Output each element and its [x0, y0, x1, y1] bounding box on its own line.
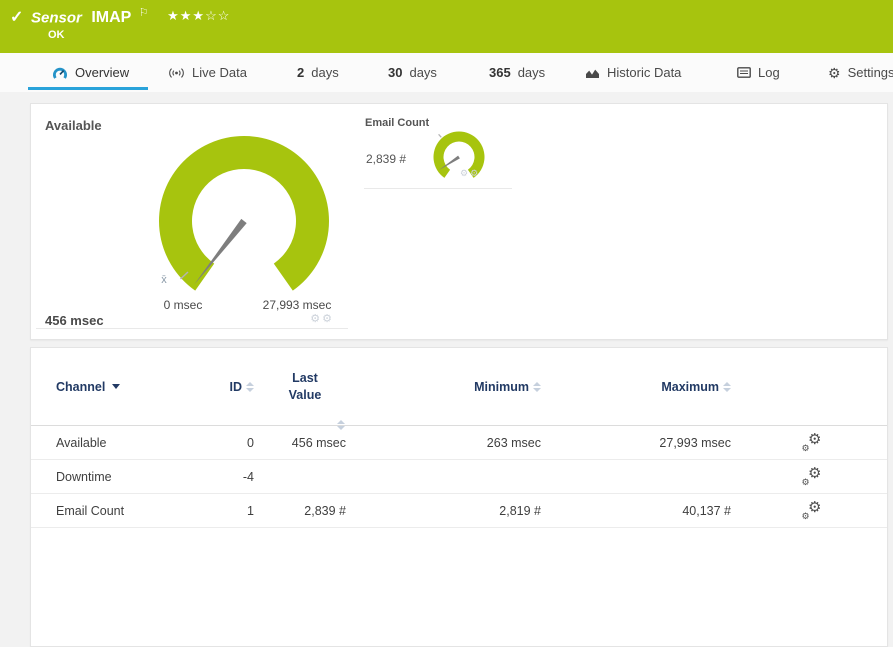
- gear-icon: ⚙: [828, 64, 841, 81]
- sort-icon: [246, 381, 254, 392]
- table-row: Available 0 456 msec 263 msec 27,993 mse…: [31, 426, 887, 460]
- column-label: Minimum: [474, 379, 529, 394]
- available-gauge: x̄: [159, 136, 329, 291]
- column-header-channel[interactable]: Channel: [31, 380, 219, 394]
- column-header-maximum[interactable]: Maximum: [546, 380, 736, 394]
- priority-flag-icon[interactable]: ⚐: [139, 7, 149, 19]
- tab-settings[interactable]: ⚙ Settings: [828, 53, 893, 92]
- channel-name[interactable]: Downtime: [31, 470, 219, 484]
- channel-name[interactable]: Email Count: [31, 504, 219, 518]
- edit-channel-icon[interactable]: ⚙ ⚙: [802, 432, 822, 453]
- gauge-current-value: 2,839 #: [366, 152, 407, 166]
- tab-label: Log: [758, 65, 780, 80]
- sort-icon: [337, 419, 345, 430]
- status-badge: OK: [48, 29, 65, 41]
- average-marker-label: x̄: [161, 274, 167, 286]
- tab-label: Live Data: [192, 65, 247, 80]
- gear-icon[interactable]: ⚙: [310, 313, 322, 325]
- tab-number: 365: [489, 65, 511, 80]
- gauge-cell-available: Available x̄ 0 msec 27,993 msec 456 msec…: [36, 108, 348, 329]
- gauge-scale-max: 27,993 msec: [262, 298, 332, 312]
- table-row: Email Count 1 2,839 # 2,819 # 40,137 # ⚙…: [31, 494, 887, 528]
- stars-filled[interactable]: ★★★: [167, 8, 205, 23]
- channel-minimum: 263 msec: [486, 435, 541, 450]
- column-label: Maximum: [661, 379, 719, 394]
- active-tab-underline: [28, 87, 148, 90]
- stars-empty[interactable]: ☆☆: [205, 8, 230, 23]
- channel-table-header: Channel ID Last Value Minimum Maximum: [31, 348, 887, 430]
- priority-stars[interactable]: ★★★☆☆: [167, 8, 230, 23]
- column-header-id[interactable]: ID: [219, 380, 259, 394]
- sensor-name: IMAP: [91, 9, 132, 27]
- tab-30-days[interactable]: 30 days: [388, 53, 437, 92]
- sort-desc-icon: [112, 384, 121, 389]
- gauge-settings-icons[interactable]: ⚙⚙: [460, 168, 480, 179]
- channel-id: 1: [247, 503, 254, 518]
- tab-2-days[interactable]: 2 days: [297, 53, 339, 92]
- gauge-scale-min: 0 msec: [163, 298, 203, 312]
- tab-bar: Overview Live Data 2 days 30 days 365 da…: [0, 53, 893, 92]
- tab-label: days: [311, 65, 339, 80]
- gauge-icon: [53, 67, 67, 79]
- channel-maximum: 40,137 #: [682, 503, 731, 518]
- sensor-title: Sensor IMAP ⚐ ★★★☆☆: [31, 6, 230, 27]
- edit-channel-icon[interactable]: ⚙ ⚙: [802, 500, 822, 521]
- channel-last-value: 456 msec: [291, 435, 346, 450]
- gauges-panel: Available x̄ 0 msec 27,993 msec 456 msec…: [30, 103, 888, 340]
- peak-tick: [438, 133, 442, 138]
- historic-chart-icon: [586, 69, 599, 78]
- gauge-cell-email-count: Email Count 2,839 # ⚙⚙: [364, 108, 512, 189]
- table-row: Downtime -4 ⚙ ⚙: [31, 460, 887, 494]
- tab-log[interactable]: Log: [737, 53, 780, 92]
- tab-label: days: [517, 65, 546, 80]
- status-check-icon: ✓: [10, 9, 24, 26]
- tab-365-days[interactable]: 365 days: [489, 53, 545, 92]
- channel-name[interactable]: Available: [31, 436, 219, 450]
- column-header-last-value[interactable]: Last Value: [259, 370, 351, 430]
- sort-icon: [533, 381, 541, 392]
- edit-channel-icon[interactable]: ⚙ ⚙: [802, 466, 822, 487]
- content-area: Available x̄ 0 msec 27,993 msec 456 msec…: [0, 92, 893, 647]
- tab-label: days: [409, 65, 437, 80]
- sensor-header: ✓ Sensor IMAP ⚐ ★★★☆☆ OK: [0, 0, 893, 53]
- column-label: Channel: [56, 379, 106, 394]
- gauge-settings-icons[interactable]: ⚙⚙: [310, 312, 334, 325]
- live-data-icon: [169, 67, 184, 78]
- column-label: Last Value: [288, 370, 322, 402]
- column-header-minimum[interactable]: Minimum: [351, 380, 546, 394]
- channel-last-value: 2,839 #: [304, 503, 346, 518]
- tab-label: Settings: [847, 65, 893, 80]
- tab-label: Historic Data: [607, 65, 682, 80]
- tab-number: 30: [388, 65, 403, 80]
- gauge-title: Email Count: [365, 117, 430, 129]
- tab-label: Overview: [75, 65, 130, 80]
- gauge-current-value: 456 msec: [45, 313, 104, 328]
- pin-icon[interactable]: ⚙: [322, 313, 334, 325]
- log-icon: [737, 67, 751, 78]
- channel-minimum: 2,819 #: [499, 503, 541, 518]
- channels-panel: Channel ID Last Value Minimum Maximum Av…: [30, 347, 888, 647]
- sensor-title-prefix: Sensor: [31, 9, 82, 27]
- tab-historic-data[interactable]: Historic Data: [585, 53, 681, 92]
- channel-id: 0: [247, 435, 254, 450]
- channel-id: -4: [242, 469, 254, 484]
- gear-icon[interactable]: ⚙: [460, 168, 470, 178]
- tab-live-data[interactable]: Live Data: [168, 53, 247, 92]
- pin-icon[interactable]: ⚙: [470, 168, 480, 178]
- channel-maximum: 27,993 msec: [659, 435, 731, 450]
- column-label: ID: [229, 379, 243, 394]
- sort-icon: [723, 381, 731, 392]
- gauge-title: Available: [45, 118, 102, 133]
- tab-number: 2: [297, 65, 305, 80]
